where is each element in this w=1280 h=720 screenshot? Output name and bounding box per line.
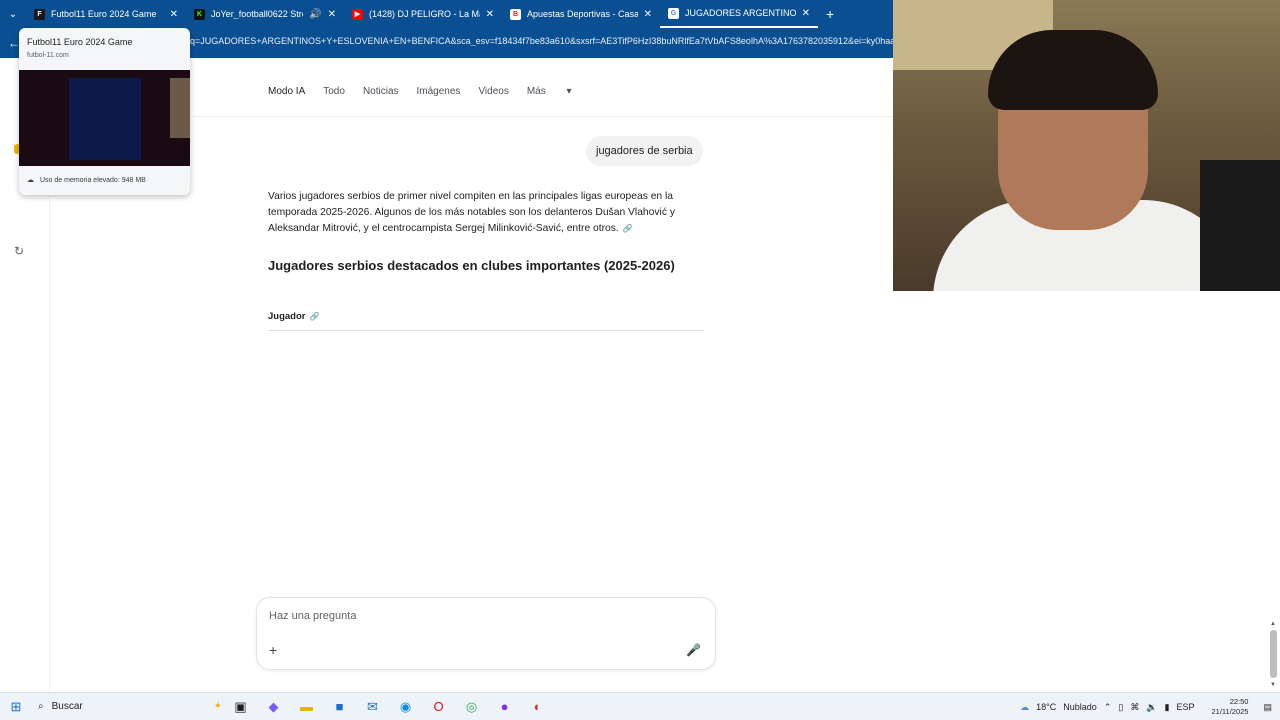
windows-start-icon[interactable]: ⊞ [0, 699, 32, 715]
scroll-down-icon[interactable]: ▼ [1270, 682, 1276, 688]
ask-input[interactable] [269, 610, 649, 622]
system-tray: ☁ 18°C Nublado ⌃ ▯ ⌘ 🔉 ▮ ESP 22:50 21/11… [1013, 693, 1280, 720]
nav-mas-label: Más [526, 86, 546, 97]
clock[interactable]: 22:50 21/11/2025 [1205, 697, 1249, 717]
copilot-icon[interactable]: ◆ [257, 693, 290, 720]
answer-text: Varios jugadores serbios de primer nivel… [268, 191, 675, 234]
tab-bar: ⌄ F Futbol11 Euro 2024 Game ✕ K JoYer_fo… [0, 0, 893, 28]
chair [1200, 160, 1280, 291]
tab-title: JUGADORES ARGENTINOS Y E [685, 8, 796, 18]
table-divider [268, 330, 704, 331]
weather-temp: 18°C [1036, 702, 1057, 712]
futbol11-favicon-icon: F [34, 8, 45, 20]
chevron-up-icon[interactable]: ⌃ [1104, 702, 1112, 713]
link-icon[interactable]: 🔗 [309, 312, 319, 321]
nav-modo-ia[interactable]: Modo IA [268, 86, 305, 97]
battery-icon[interactable]: ▮ [1165, 702, 1170, 713]
tab-apuestas[interactable]: B Apuestas Deportivas - Casa de ✕ [502, 0, 660, 28]
close-tab-icon[interactable]: ✕ [328, 9, 336, 20]
tab-hover-preview: Futbol11 Euro 2024 Game futbol-11.com ☁ … [19, 28, 190, 195]
nav-imagenes[interactable]: Imágenes [417, 86, 461, 97]
preview-domain: futbol-11.com [27, 52, 69, 59]
tab-title: JoYer_football0622 Stream [211, 9, 303, 19]
sparkle-icon: ✦ [213, 701, 222, 712]
user-query-bubble: jugadores de serbia [586, 136, 703, 166]
search-label: Buscar [51, 701, 83, 712]
task-view-icon[interactable]: ▣ [224, 693, 257, 720]
taskbar-apps: ▣ ◆ ▬ ■ ✉ ◉ O ◎ ● ◐ [224, 693, 554, 720]
tab-futbol11[interactable]: F Futbol11 Euro 2024 Game ✕ [26, 0, 186, 28]
tab-google-active[interactable]: G JUGADORES ARGENTINOS Y E ✕ [660, 0, 818, 28]
memory-icon: ☁ [27, 177, 34, 184]
nav-videos[interactable]: Videos [478, 86, 508, 97]
mail-icon[interactable]: ✉ [356, 693, 389, 720]
nav-divider [190, 116, 893, 117]
tab-title: Futbol11 Euro 2024 Game [51, 9, 157, 19]
edge-icon[interactable]: ◉ [389, 693, 422, 720]
add-icon[interactable]: + [269, 642, 277, 658]
clock-date: 21/11/2025 [1211, 707, 1249, 716]
memory-text: Uso de memoria elevado: 948 MB [40, 176, 146, 184]
notifications-icon[interactable]: ▤ [1263, 702, 1272, 713]
weather-icon: ☁ [1020, 701, 1030, 712]
new-tab-icon[interactable]: + [826, 6, 834, 22]
tab-youtube[interactable]: ▶ (1428) DJ PELIGRO - La Maquin ✕ [344, 0, 502, 28]
preview-thumbnail [19, 70, 190, 166]
tab-kick-stream[interactable]: K JoYer_football0622 Stream 🔊 ✕ [186, 0, 344, 28]
file-explorer-icon[interactable]: ▬ [290, 693, 323, 720]
network-icon[interactable]: ⌘ [1130, 702, 1139, 713]
history-icon[interactable]: ↻ [14, 244, 24, 258]
section-heading: Jugadores serbios destacados en clubes i… [268, 258, 675, 273]
close-tab-icon[interactable]: ✕ [802, 8, 810, 19]
kick-favicon-icon: K [194, 8, 205, 20]
nav-mas[interactable]: Más ▾ [527, 86, 590, 97]
column-label: Jugador [268, 311, 306, 322]
webcam-overlay [893, 0, 1280, 291]
tab-title: Apuestas Deportivas - Casa de [527, 9, 638, 19]
app-icon[interactable]: ◐ [521, 693, 554, 720]
nav-todo[interactable]: Todo [323, 86, 345, 97]
memory-usage: ☁ Uso de memoria elevado: 948 MB [27, 176, 146, 185]
ask-box: + 🎤 [256, 597, 716, 670]
tab-title: (1428) DJ PELIGRO - La Maquin [369, 9, 480, 19]
tab-search-icon[interactable]: ⌄ [0, 0, 26, 28]
obs-like-icon[interactable]: ● [488, 693, 521, 720]
search-icon: ⌕ [38, 701, 44, 712]
youtube-favicon-icon: ▶ [352, 8, 363, 20]
device-icon[interactable]: ▯ [1118, 702, 1123, 713]
close-tab-icon[interactable]: ✕ [644, 9, 652, 20]
scrollbar-thumb[interactable] [1270, 630, 1277, 678]
dropdown-caret-icon: ▾ [566, 86, 572, 97]
table-column-header: Jugador 🔗 [268, 311, 319, 322]
clock-time: 22:50 [1229, 697, 1249, 706]
nav-noticias[interactable]: Noticias [363, 86, 399, 97]
taskbar: ⊞ ⌕ Buscar ✦ ▣ ◆ ▬ ■ ✉ ◉ O ◎ ● ◐ ☁ 18°C … [0, 692, 1280, 720]
taskbar-search[interactable]: ⌕ Buscar ✦ [32, 693, 222, 720]
link-icon[interactable]: 🔗 [623, 224, 633, 233]
person-hair [988, 30, 1158, 110]
opera-icon[interactable]: O [422, 693, 455, 720]
url-field[interactable]: q=JUGADORES+ARGENTINOS+Y+ESLOVENIA+EN+BE… [190, 36, 893, 46]
store-icon[interactable]: ■ [323, 693, 356, 720]
game-field-thumbnail [69, 78, 141, 160]
google-favicon-icon: G [668, 7, 679, 19]
webcam-thumbnail [170, 78, 190, 138]
microphone-icon[interactable]: 🎤 [686, 643, 701, 657]
weather-desc: Nublado [1063, 702, 1097, 712]
search-nav: Modo IA Todo Noticias Imágenes Videos Má… [268, 86, 608, 97]
close-tab-icon[interactable]: ✕ [486, 9, 494, 20]
chrome-icon[interactable]: ◎ [455, 693, 488, 720]
ai-answer: Varios jugadores serbios de primer nivel… [268, 189, 704, 237]
apuestas-favicon-icon: B [510, 8, 521, 20]
speaker-icon[interactable]: 🔊 [309, 9, 321, 20]
close-tab-icon[interactable]: ✕ [170, 9, 178, 20]
scroll-up-icon[interactable]: ▲ [1270, 621, 1276, 627]
volume-icon[interactable]: 🔉 [1146, 702, 1157, 713]
language-label[interactable]: ESP [1176, 702, 1194, 712]
preview-title: Futbol11 Euro 2024 Game [27, 37, 133, 47]
